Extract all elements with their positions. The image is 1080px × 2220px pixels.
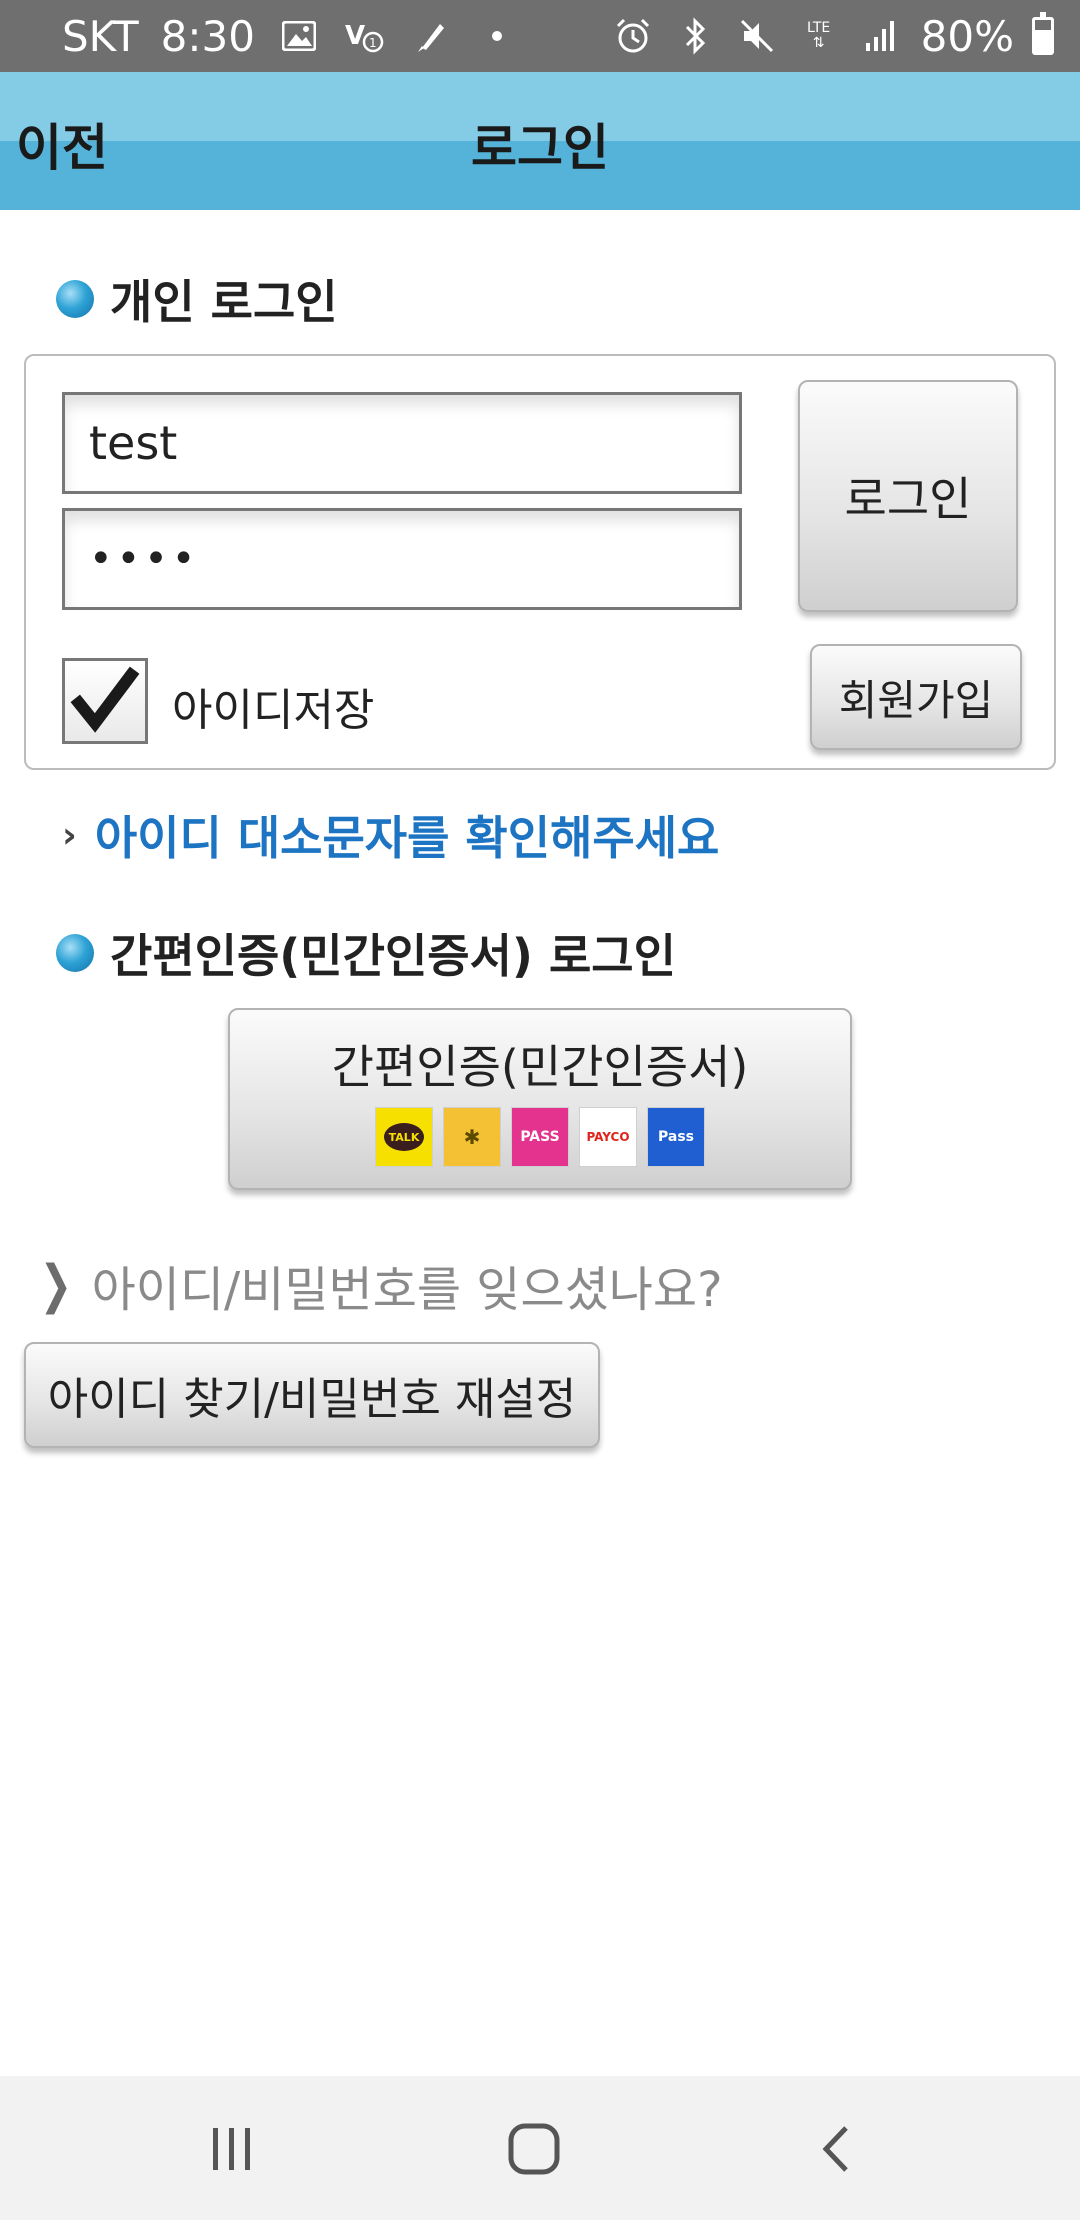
simple-auth-heading: 간편인증(민간인증서) 로그인 [56, 920, 676, 986]
status-bar: SKT 8:30 V1 LTE ⇅ 80% [0, 0, 1080, 72]
personal-login-title: 개인 로그인 [110, 275, 338, 329]
simple-auth-button[interactable]: 간편인증(민간인증서) TALK ✱ PASS PAYCO Pass [228, 1008, 852, 1190]
carrier-label: SKT [62, 11, 139, 61]
mute-icon [735, 14, 779, 58]
login-button[interactable]: 로그인 [798, 380, 1018, 612]
dot-icon [475, 14, 519, 58]
status-bar-right: LTE ⇅ 80% [611, 12, 1054, 61]
save-id-label: 아이디저장 [172, 685, 375, 736]
save-id-checkbox[interactable] [62, 658, 148, 744]
bullet-icon [56, 280, 94, 318]
kb-sign-icon: ✱ [443, 1107, 501, 1167]
chevron-right-icon: ❯ [39, 1255, 73, 1315]
kakao-icon: TALK [375, 1107, 433, 1167]
alarm-icon [611, 14, 655, 58]
forgot-credentials: ❯ 아이디/비밀번호를 잊으셨나요? [34, 1250, 723, 1320]
simple-auth-title: 간편인증(민간인증서) 로그인 [110, 929, 676, 983]
system-nav-bar [0, 2076, 1080, 2220]
battery-icon [1032, 12, 1054, 55]
samsung-pass-icon: Pass [647, 1107, 705, 1167]
volte-icon: V1 [343, 14, 387, 58]
case-notice: › 아이디 대소문자를 확인해주세요 [62, 802, 719, 868]
home-icon[interactable] [494, 2114, 574, 2184]
status-bar-left: SKT 8:30 V1 [62, 12, 519, 61]
svg-text:1: 1 [369, 36, 377, 50]
forgot-question: 아이디/비밀번호를 잊으셨나요? [91, 1262, 723, 1318]
battery-percent: 80% [920, 11, 1014, 61]
password-input[interactable]: •••• [62, 508, 742, 610]
clock: 8:30 [160, 11, 255, 61]
signal-icon [859, 14, 903, 58]
page-title: 로그인 [471, 119, 609, 177]
payco-icon: PAYCO [579, 1107, 637, 1167]
network-type: LTE [807, 20, 831, 36]
provider-icons: TALK ✱ PASS PAYCO Pass [375, 1107, 705, 1167]
bullet-icon [56, 934, 94, 972]
personal-login-heading: 개인 로그인 [56, 266, 338, 332]
kakao-label: TALK [384, 1123, 424, 1151]
svg-text:V: V [345, 21, 365, 51]
chevron-right-icon: › [62, 814, 77, 856]
back-nav-icon[interactable] [796, 2114, 876, 2184]
bluetooth-icon [673, 14, 717, 58]
app-header: 이전 로그인 [0, 72, 1080, 210]
pen-icon [409, 14, 453, 58]
data-arrows: ⇅ [812, 35, 825, 51]
id-input[interactable]: test [62, 392, 742, 494]
image-icon [277, 14, 321, 58]
recent-apps-icon[interactable] [192, 2114, 272, 2184]
simple-auth-button-label: 간편인증(민간인증서) [331, 1040, 749, 1094]
login-form: test •••• 로그인 아이디저장 회원가입 [24, 354, 1056, 770]
case-notice-text: 아이디 대소문자를 확인해주세요 [94, 811, 720, 865]
find-id-reset-password-button[interactable]: 아이디 찾기/비밀번호 재설정 [24, 1342, 600, 1448]
pass-icon: PASS [511, 1107, 569, 1167]
lte-icon: LTE ⇅ [797, 14, 841, 58]
signup-button[interactable]: 회원가입 [810, 644, 1022, 750]
check-icon [70, 666, 140, 733]
